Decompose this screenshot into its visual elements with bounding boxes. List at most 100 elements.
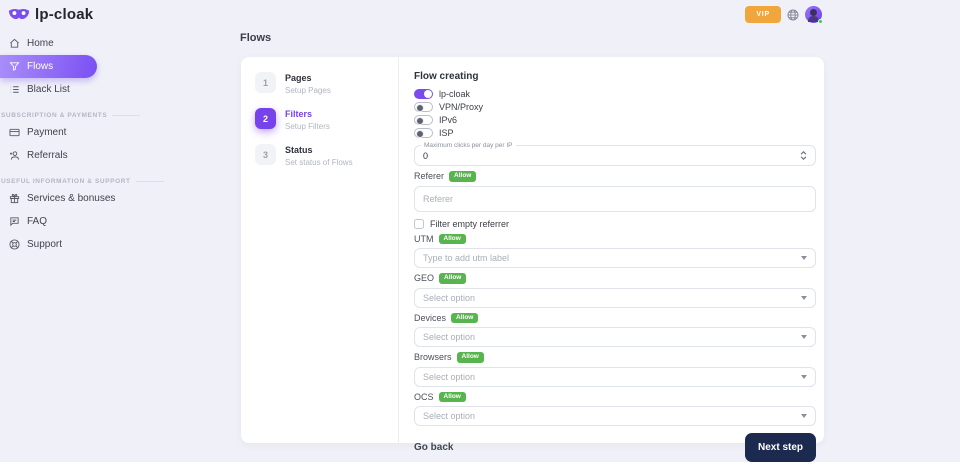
utm-placeholder: Type to add utm label <box>423 253 801 263</box>
life-buoy-icon <box>9 239 20 250</box>
max-clicks-field[interactable]: Maximum clicks per day per IP <box>414 145 816 166</box>
referer-input[interactable] <box>414 186 816 212</box>
filter-empty-referrer-row[interactable]: Filter empty referrer <box>414 219 816 229</box>
browsers-label: Browsers <box>414 352 452 362</box>
sidebar-item-support[interactable]: Support <box>0 233 200 256</box>
step-filters[interactable]: 2 Filters Setup Filters <box>255 108 386 131</box>
form-title: Flow creating <box>414 71 816 82</box>
step-subtitle: Set status of Flows <box>285 158 353 167</box>
toggle-switch-icon[interactable] <box>414 128 433 138</box>
chevron-down-icon <box>801 335 807 339</box>
funnel-icon <box>9 61 20 72</box>
browsers-allow-badge: Allow <box>457 352 484 363</box>
browsers-select[interactable]: Select option <box>414 367 816 387</box>
user-plus-icon <box>9 150 20 161</box>
list-icon <box>9 84 20 95</box>
online-status-dot <box>818 19 823 24</box>
flow-wizard-card: 1 Pages Setup Pages 2 Filters Setup Filt… <box>241 57 824 443</box>
toggle-isp[interactable]: ISP <box>414 128 816 138</box>
checkbox-icon[interactable] <box>414 219 424 229</box>
chat-icon <box>9 216 20 227</box>
referer-allow-badge: Allow <box>449 171 476 182</box>
toggle-ipv6[interactable]: IPv6 <box>414 115 816 125</box>
number-stepper-icon[interactable] <box>800 151 807 160</box>
chevron-down-icon <box>801 414 807 418</box>
sidebar-item-label: Flows <box>27 61 53 72</box>
sidebar-item-black-list[interactable]: Black List <box>0 78 200 101</box>
sidebar-section-support: USEFUL INFORMATION & SUPPORT <box>1 178 200 185</box>
utm-allow-badge: Allow <box>439 234 466 245</box>
wizard-steps: 1 Pages Setup Pages 2 Filters Setup Filt… <box>241 57 399 443</box>
sidebar-item-label: Services & bonuses <box>27 193 115 204</box>
devices-label: Devices <box>414 313 446 323</box>
step-number: 1 <box>255 72 276 93</box>
top-bar: lp-cloak VIP <box>0 0 960 28</box>
sidebar-item-label: Home <box>27 38 54 49</box>
max-clicks-input[interactable] <box>423 151 800 161</box>
select-placeholder: Select option <box>423 293 801 303</box>
devices-select[interactable]: Select option <box>414 327 816 347</box>
step-title: Status <box>285 144 353 155</box>
toggle-label: IPv6 <box>439 115 457 125</box>
step-number: 3 <box>255 144 276 165</box>
brand-name: lp-cloak <box>35 6 93 23</box>
sidebar-item-flows[interactable]: Flows <box>0 55 97 78</box>
user-avatar[interactable] <box>805 6 822 23</box>
step-status[interactable]: 3 Status Set status of Flows <box>255 144 386 167</box>
toggle-switch-icon[interactable] <box>414 89 433 99</box>
sidebar-item-services[interactable]: Services & bonuses <box>0 187 200 210</box>
sidebar-item-label: Referrals <box>27 150 68 161</box>
geo-allow-badge: Allow <box>439 273 466 284</box>
checkbox-label: Filter empty referrer <box>430 219 509 229</box>
go-back-button[interactable]: Go back <box>414 442 453 453</box>
ocs-allow-badge: Allow <box>439 392 466 403</box>
vip-button[interactable]: VIP <box>745 6 781 23</box>
next-step-button[interactable]: Next step <box>745 433 816 462</box>
sidebar-item-faq[interactable]: FAQ <box>0 210 200 233</box>
page-title: Flows <box>240 32 271 44</box>
step-title: Pages <box>285 72 331 83</box>
step-pages[interactable]: 1 Pages Setup Pages <box>255 72 386 95</box>
chevron-down-icon <box>801 256 807 260</box>
sidebar-section-payments: SUBSCRIPTION & PAYMENTS <box>1 112 200 119</box>
sidebar-item-label: Black List <box>27 84 70 95</box>
geo-select[interactable]: Select option <box>414 288 816 308</box>
step-number: 2 <box>255 108 276 129</box>
utm-label: UTM <box>414 234 434 244</box>
devices-allow-badge: Allow <box>451 313 478 324</box>
select-placeholder: Select option <box>423 332 801 342</box>
brand-logo: lp-cloak <box>8 6 93 23</box>
toggle-label: ISP <box>439 128 454 138</box>
toggle-lp-cloak[interactable]: lp-cloak <box>414 89 816 99</box>
toggle-switch-icon[interactable] <box>414 102 433 112</box>
credit-card-icon <box>9 127 20 138</box>
utm-input[interactable]: Type to add utm label <box>414 248 816 268</box>
ocs-select[interactable]: Select option <box>414 406 816 426</box>
toggle-label: lp-cloak <box>439 89 470 99</box>
avatar-figure <box>810 9 817 16</box>
chevron-down-icon <box>801 296 807 300</box>
sidebar-item-label: FAQ <box>27 216 47 227</box>
max-clicks-label: Maximum clicks per day per IP <box>421 142 516 149</box>
home-icon <box>9 38 20 49</box>
step-subtitle: Setup Filters <box>285 122 330 131</box>
select-placeholder: Select option <box>423 372 801 382</box>
language-globe-icon[interactable] <box>787 8 799 20</box>
footer-strip <box>0 462 960 475</box>
sidebar-item-payment[interactable]: Payment <box>0 121 200 144</box>
geo-label: GEO <box>414 273 434 283</box>
sidebar-item-label: Support <box>27 239 62 250</box>
sidebar-item-home[interactable]: Home <box>0 32 200 55</box>
chevron-down-icon <box>801 375 807 379</box>
sidebar: Home Flows Black List SUBSCRIPTION & PAY… <box>0 32 200 256</box>
toggle-switch-icon[interactable] <box>414 115 433 125</box>
sidebar-item-referrals[interactable]: Referrals <box>0 144 200 167</box>
select-placeholder: Select option <box>423 411 801 421</box>
sidebar-item-label: Payment <box>27 127 66 138</box>
toggle-vpn-proxy[interactable]: VPN/Proxy <box>414 102 816 112</box>
mask-icon <box>8 7 30 21</box>
step-title: Filters <box>285 108 330 119</box>
gift-icon <box>9 193 20 204</box>
referer-label: Referer <box>414 171 444 181</box>
ocs-label: OCS <box>414 392 434 402</box>
